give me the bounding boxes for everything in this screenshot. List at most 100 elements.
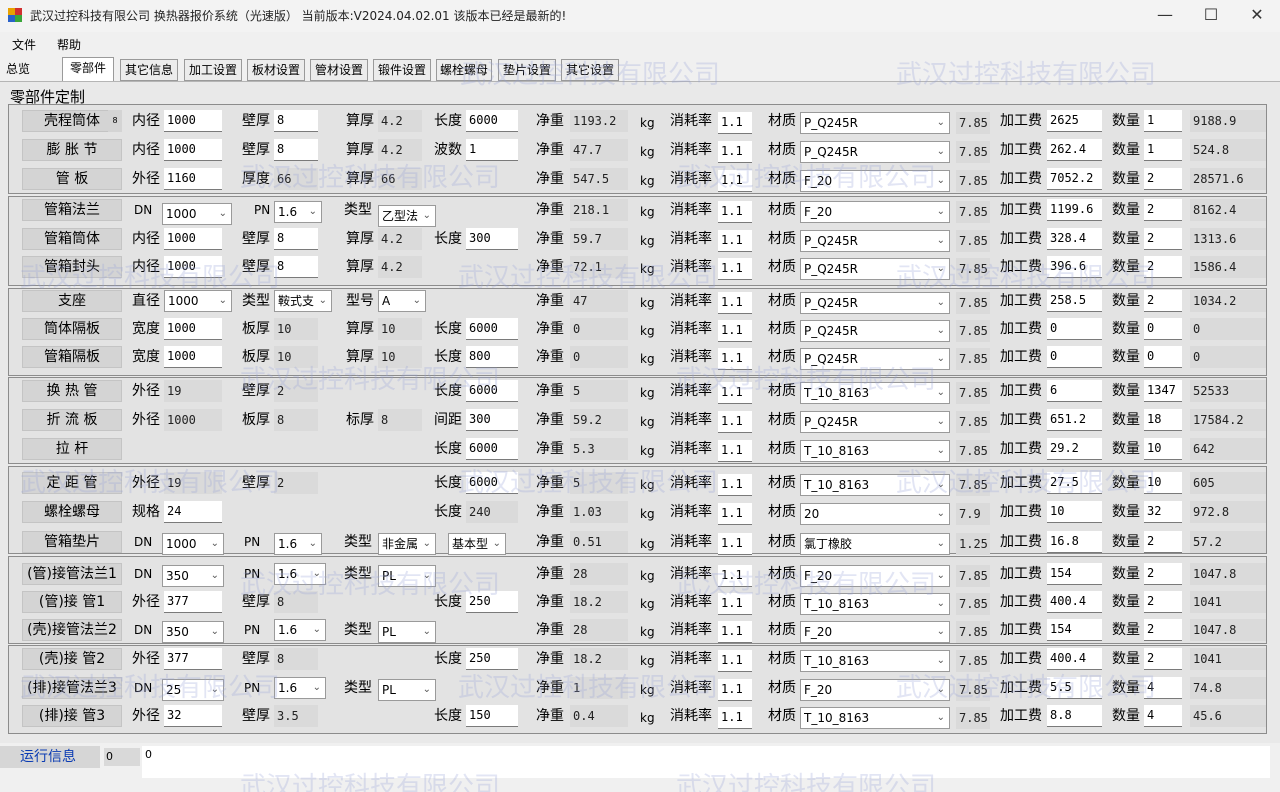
inner-diameter-input[interactable]: 1000 (164, 256, 222, 278)
inner-diameter-input[interactable]: 1000 (164, 110, 222, 132)
length-input[interactable]: 6000 (466, 110, 518, 132)
loss-rate-input[interactable]: 1.1 (718, 170, 752, 192)
pn-select[interactable]: 1.6 ⌄ (274, 533, 322, 555)
dn-select[interactable]: 350 ⌄ (162, 565, 224, 587)
process-fee-input[interactable]: 154 (1047, 619, 1102, 641)
subtype-select[interactable]: 基本型 ⌄ (448, 533, 506, 555)
tab-other-info[interactable]: 其它信息 (120, 59, 178, 81)
loss-rate-input[interactable]: 1.1 (718, 707, 752, 729)
quantity-input[interactable]: 2 (1144, 256, 1182, 278)
inner-diameter-input[interactable]: 1000 (164, 139, 222, 161)
tab-other-settings[interactable]: 其它设置 (561, 59, 619, 81)
quantity-input[interactable]: 2 (1144, 168, 1182, 190)
part-button[interactable]: 支座 (22, 290, 122, 312)
loss-rate-input[interactable]: 1.1 (718, 230, 752, 252)
wall-thickness-input[interactable]: 8 (274, 139, 318, 161)
dn-select[interactable]: 350 ⌄ (162, 621, 224, 643)
tab-gasket-settings[interactable]: 垫片设置 (498, 59, 556, 81)
type-select[interactable]: PL ⌄ (378, 679, 436, 701)
process-fee-input[interactable]: 1199.6 (1047, 199, 1102, 221)
part-button[interactable]: 管箱封头 (22, 256, 122, 278)
type-select[interactable]: PL ⌄ (378, 565, 436, 587)
loss-rate-input[interactable]: 1.1 (718, 593, 752, 615)
type-select[interactable]: 鞍式支 ⌄ (274, 290, 332, 312)
loss-rate-input[interactable]: 1.1 (718, 141, 752, 163)
material-select[interactable]: T_10_8163 ⌄ (800, 650, 950, 672)
length-input[interactable]: 6000 (466, 318, 518, 340)
quantity-input[interactable]: 18 (1144, 409, 1182, 431)
quantity-input[interactable]: 2 (1144, 228, 1182, 250)
process-fee-input[interactable]: 258.5 (1047, 290, 1102, 312)
material-select[interactable]: F_20 ⌄ (800, 565, 950, 587)
part-button[interactable]: 筒体隔板 (22, 318, 122, 340)
maximize-button[interactable]: ☐ (1188, 0, 1234, 32)
part-button[interactable]: 管箱法兰 (22, 199, 122, 221)
length-input[interactable]: 800 (466, 346, 518, 368)
tab-overview[interactable]: 总览 (2, 59, 34, 81)
quantity-input[interactable]: 10 (1144, 472, 1182, 494)
process-fee-input[interactable]: 400.4 (1047, 648, 1102, 670)
loss-rate-input[interactable]: 1.1 (718, 112, 752, 134)
quantity-input[interactable]: 2 (1144, 531, 1182, 553)
loss-rate-input[interactable]: 1.1 (718, 382, 752, 404)
part-button[interactable]: 管箱筒体 (22, 228, 122, 250)
quantity-input[interactable]: 4 (1144, 705, 1182, 727)
width-input[interactable]: 1000 (164, 346, 222, 368)
outer-diameter-input[interactable]: 32 (164, 705, 222, 727)
quantity-input[interactable]: 0 (1144, 318, 1182, 340)
loss-rate-input[interactable]: 1.1 (718, 411, 752, 433)
process-fee-input[interactable]: 6 (1047, 380, 1102, 402)
material-select[interactable]: T_10_8163 ⌄ (800, 474, 950, 496)
material-select[interactable]: F_20 ⌄ (800, 170, 950, 192)
quantity-input[interactable]: 0 (1144, 346, 1182, 368)
spacing-input[interactable]: 300 (466, 409, 518, 431)
material-select[interactable]: T_10_8163 ⌄ (800, 440, 950, 462)
part-button[interactable]: 定 距 管 (22, 472, 122, 494)
length-input[interactable]: 300 (466, 228, 518, 250)
close-button[interactable]: ✕ (1234, 0, 1280, 32)
material-select[interactable]: P_Q245R ⌄ (800, 348, 950, 370)
part-button[interactable]: 管箱隔板 (22, 346, 122, 368)
loss-rate-input[interactable]: 1.1 (718, 440, 752, 462)
material-select[interactable]: F_20 ⌄ (800, 679, 950, 701)
process-fee-input[interactable]: 0 (1047, 318, 1102, 340)
loss-rate-input[interactable]: 1.1 (718, 201, 752, 223)
loss-rate-input[interactable]: 1.1 (718, 292, 752, 314)
part-button[interactable]: 管 板 (22, 168, 122, 190)
tab-parts[interactable]: 零部件 (62, 57, 114, 82)
type-select[interactable]: 乙型法 ⌄ (378, 205, 436, 227)
material-select[interactable]: P_Q245R ⌄ (800, 258, 950, 280)
part-button[interactable]: 壳程筒体 (22, 110, 122, 132)
process-fee-input[interactable]: 27.5 (1047, 472, 1102, 494)
quantity-input[interactable]: 10 (1144, 438, 1182, 460)
dn-select[interactable]: 1000 ⌄ (162, 533, 224, 555)
quantity-input[interactable]: 2 (1144, 648, 1182, 670)
process-fee-input[interactable]: 2625 (1047, 110, 1102, 132)
length-input[interactable]: 250 (466, 648, 518, 670)
tab-forging-settings[interactable]: 锻件设置 (373, 59, 431, 81)
length-input[interactable]: 6000 (466, 438, 518, 460)
quantity-input[interactable]: 2 (1144, 563, 1182, 585)
quantity-input[interactable]: 2 (1144, 619, 1182, 641)
part-button[interactable]: (管)接 管1 (22, 591, 122, 613)
quantity-input[interactable]: 32 (1144, 501, 1182, 523)
loss-rate-input[interactable]: 1.1 (718, 503, 752, 525)
wall-thickness-input[interactable]: 8 (274, 110, 318, 132)
material-select[interactable]: P_Q245R ⌄ (800, 112, 950, 134)
tab-bolt-nut[interactable]: 螺栓螺母 (436, 59, 492, 81)
loss-rate-input[interactable]: 1.1 (718, 565, 752, 587)
loss-rate-input[interactable]: 1.1 (718, 650, 752, 672)
outer-diameter-input[interactable]: 377 (164, 591, 222, 613)
material-select[interactable]: P_Q245R ⌄ (800, 230, 950, 252)
part-button[interactable]: 换 热 管 (22, 380, 122, 402)
loss-rate-input[interactable]: 1.1 (718, 621, 752, 643)
process-fee-input[interactable]: 7052.2 (1047, 168, 1102, 190)
part-button[interactable]: 折 流 板 (22, 409, 122, 431)
menu-file[interactable]: 文件 (12, 36, 36, 53)
quantity-input[interactable]: 1347 (1144, 380, 1182, 402)
part-button[interactable]: (壳)接 管2 (22, 648, 122, 670)
quantity-input[interactable]: 1 (1144, 110, 1182, 132)
loss-rate-input[interactable]: 1.1 (718, 258, 752, 280)
part-button[interactable]: (排)接管法兰3 (22, 677, 122, 699)
process-fee-input[interactable]: 10 (1047, 501, 1102, 523)
